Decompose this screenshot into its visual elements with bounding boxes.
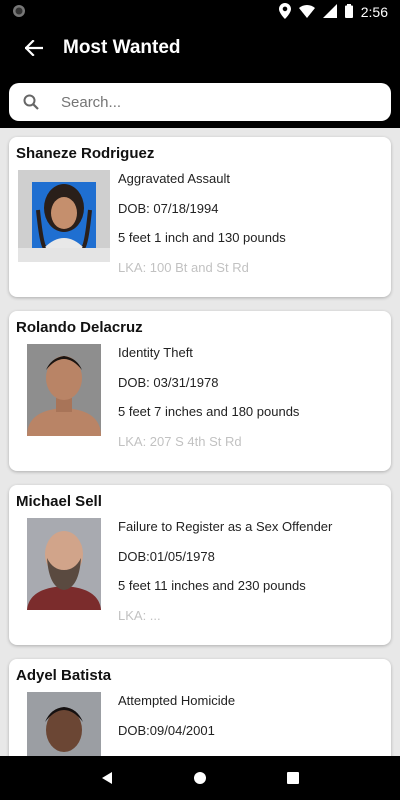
dob-text: DOB:09/04/2001: [118, 722, 215, 738]
navigation-bar: [0, 756, 400, 800]
search-input[interactable]: [59, 92, 363, 112]
search-bar[interactable]: [9, 83, 391, 121]
charge-text: Failure to Register as a Sex Offender: [118, 519, 333, 534]
size-text: 5 feet 1 inch and 130 pounds: [118, 230, 286, 246]
status-time: 2:56: [360, 4, 388, 20]
mugshot-photo: [18, 170, 110, 262]
wanted-card[interactable]: Adyel Batista Attempted Homicide DOB:09/…: [9, 659, 391, 756]
person-details: Failure to Register as a Sex Offender DO…: [118, 519, 383, 620]
address-text: LKA: 100 Bt and St Rd: [118, 260, 249, 273]
person-name: Adyel Batista: [16, 667, 112, 684]
back-button[interactable]: [18, 34, 50, 62]
circle-home-icon: [193, 772, 206, 784]
nav-recents-button[interactable]: [281, 766, 305, 790]
dob-text: DOB:01/05/1978: [118, 548, 215, 564]
status-bar: 2:56: [0, 0, 400, 24]
arrow-left-icon: [25, 40, 43, 56]
triangle-back-icon: [101, 772, 112, 784]
location-icon: [278, 2, 291, 22]
person-name: Rolando Delacruz: [16, 319, 143, 336]
dob-text: DOB: 07/18/1994: [118, 200, 219, 216]
wifi-icon: [298, 4, 315, 21]
nav-home-button[interactable]: [188, 766, 212, 790]
address-text: LKA: 207 S 4th St Rd: [118, 434, 242, 447]
address-text: LKA: ...: [118, 608, 161, 621]
person-details: Aggravated Assault DOB: 07/18/1994 5 fee…: [118, 171, 383, 272]
charge-text: Identity Theft: [118, 345, 193, 360]
search-icon: [21, 92, 41, 112]
person-details: Attempted Homicide DOB:09/04/2001: [118, 693, 383, 756]
wanted-card[interactable]: Shaneze Rodriguez Aggravated Assault DOB…: [9, 137, 391, 297]
size-text: 5 feet 7 inches and 180 pounds: [118, 404, 300, 420]
person-name: Shaneze Rodriguez: [16, 145, 155, 162]
mugshot-photo: [27, 692, 101, 756]
notification-icon: [12, 4, 26, 21]
charge-text: Attempted Homicide: [118, 693, 236, 708]
charge-text: Aggravated Assault: [118, 171, 231, 186]
battery-icon: [344, 3, 353, 21]
size-text: 5 feet 11 inches and 230 pounds: [118, 578, 306, 594]
mugshot-photo: [27, 344, 101, 436]
wanted-list[interactable]: Shaneze Rodriguez Aggravated Assault DOB…: [0, 128, 400, 756]
nav-back-button[interactable]: [95, 766, 119, 790]
mugshot-photo: [27, 518, 101, 610]
square-recents-icon: [287, 772, 300, 784]
signal-icon: [322, 3, 337, 21]
wanted-card[interactable]: Rolando Delacruz Identity Theft DOB: 03/…: [9, 311, 391, 471]
person-name: Michael Sell: [16, 493, 102, 510]
person-details: Identity Theft DOB: 03/31/1978 5 feet 7 …: [118, 345, 383, 446]
wanted-card[interactable]: Michael Sell Failure to Register as a Se…: [9, 485, 391, 645]
page-title: Most Wanted: [63, 37, 181, 58]
dob-text: DOB: 03/31/1978: [118, 374, 219, 390]
app-bar: Most Wanted: [0, 24, 400, 128]
